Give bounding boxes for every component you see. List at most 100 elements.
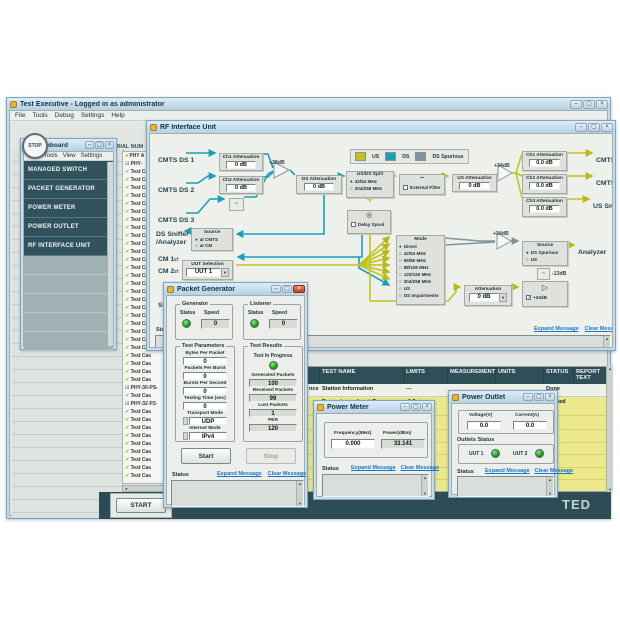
dropdown-arrow-icon[interactable]: ▼ bbox=[499, 293, 507, 302]
power-meter-titlebar[interactable]: Power Meter – ▢ × bbox=[314, 401, 434, 413]
test-executive-titlebar[interactable]: Test Executive - Logged in as administra… bbox=[7, 98, 610, 110]
close-button[interactable]: × bbox=[601, 123, 613, 132]
split-option-204-258[interactable]: ○ 204/258 MHz bbox=[347, 185, 393, 192]
minimize-button[interactable]: – bbox=[85, 141, 94, 149]
tree-item[interactable]: ⊟ PHY-30-PS- bbox=[123, 384, 167, 392]
dropdown-arrow-icon[interactable]: ▼ bbox=[221, 268, 229, 277]
mode-option[interactable]: ● Direct bbox=[397, 243, 444, 250]
source-option-ds-spurious[interactable]: ● DS Spurious bbox=[523, 249, 567, 256]
analyzer-amp-checkbox[interactable]: ✓ +34dB bbox=[523, 293, 567, 302]
maximize-button[interactable]: ▢ bbox=[588, 123, 600, 132]
close-button[interactable]: × bbox=[422, 403, 432, 411]
message-link[interactable]: Clear Message bbox=[535, 468, 574, 474]
tree-item[interactable]: ✔ Test Cas bbox=[123, 448, 167, 456]
tree-item[interactable]: ✔ Test Cas bbox=[123, 416, 167, 424]
maximize-button[interactable]: ▢ bbox=[583, 100, 595, 109]
analyzer-attenuation-dropdown[interactable]: 0 dB ▼ bbox=[469, 293, 507, 302]
message-link[interactable]: Clear Message bbox=[268, 471, 307, 477]
tree-item[interactable]: ✔ Test Cas bbox=[123, 456, 167, 464]
dashboard-item[interactable]: PACKET GENERATOR bbox=[24, 180, 113, 199]
mode-option[interactable]: ○ US bbox=[397, 285, 444, 292]
menu-item[interactable]: View bbox=[63, 153, 76, 159]
field-input[interactable]: 0 bbox=[183, 387, 227, 395]
close-button[interactable]: × bbox=[596, 100, 608, 109]
pm-status-textarea[interactable]: ▲▼ bbox=[322, 474, 429, 497]
tree-hscrollbar[interactable]: ◄ bbox=[122, 485, 168, 492]
dashboard-item[interactable]: RF INTERFACE UNIT bbox=[24, 237, 113, 256]
message-link[interactable]: Expand Message bbox=[351, 465, 396, 471]
mode-option[interactable]: ○ 88/108 MHz bbox=[397, 264, 444, 271]
tree-item[interactable]: ✔ Test Cas bbox=[123, 368, 167, 376]
textarea-scrollbar[interactable]: ▲▼ bbox=[421, 475, 428, 496]
mode-option[interactable]: ○ 65/85 MHz bbox=[397, 257, 444, 264]
tree-item[interactable]: ⊟ PHY-32-P2- bbox=[123, 400, 167, 408]
tree-item[interactable]: ✔ Test Cas bbox=[123, 424, 167, 432]
spinner-icon[interactable] bbox=[183, 417, 188, 425]
delay-spool-checkbox[interactable]: Delay Spool bbox=[348, 220, 390, 229]
message-link[interactable]: Clear Message bbox=[585, 326, 613, 332]
ch1-ds-attenuation-value[interactable]: 0 dB bbox=[226, 161, 255, 169]
source-option-at-cm[interactable]: ○ at CM bbox=[192, 242, 232, 248]
voltage-value[interactable]: 0.0 bbox=[467, 421, 501, 430]
tree-item[interactable]: ✔ Test Cas bbox=[123, 408, 167, 416]
minimize-button[interactable]: – bbox=[575, 123, 587, 132]
minimize-button[interactable]: – bbox=[523, 393, 533, 401]
tree-item[interactable]: ✔ Test Cas bbox=[123, 376, 167, 384]
dashboard-item[interactable]: MANAGED SWITCH bbox=[24, 161, 113, 180]
message-link[interactable]: Expand Message bbox=[485, 468, 530, 474]
maximize-button[interactable]: ▢ bbox=[534, 393, 544, 401]
start-button[interactable]: START bbox=[116, 498, 166, 513]
tree-item[interactable]: ✔ Test Cas bbox=[123, 472, 167, 480]
menu-item[interactable]: Debug bbox=[55, 112, 74, 119]
spinner-icon[interactable] bbox=[183, 432, 188, 440]
menu-item[interactable]: Tools bbox=[32, 112, 47, 119]
mode-option[interactable]: ○ DS Impairments bbox=[397, 292, 444, 299]
ch3-us-attenuation-value[interactable]: 0.0 dB bbox=[529, 205, 559, 213]
maximize-button[interactable]: ▢ bbox=[282, 285, 292, 293]
tree-item[interactable]: ✔ Test Cas bbox=[123, 392, 167, 400]
pg-status-textarea[interactable]: ▲▼ bbox=[171, 480, 304, 507]
textarea-scrollbar[interactable]: ▲▼ bbox=[296, 481, 303, 506]
minimize-button[interactable]: – bbox=[271, 285, 281, 293]
textarea-scrollbar[interactable]: ▲▼ bbox=[546, 477, 553, 496]
menu-item[interactable]: Settings bbox=[81, 153, 103, 159]
maximize-button[interactable]: ▢ bbox=[411, 403, 421, 411]
ch2-ds-attenuation-value[interactable]: 0 dB bbox=[226, 184, 255, 192]
table-vscrollbar[interactable]: ▲▼ bbox=[606, 366, 613, 492]
minimize-button[interactable]: – bbox=[400, 403, 410, 411]
ch1-us-attenuation-value[interactable]: 0.0 dB bbox=[529, 159, 559, 167]
us-attenuation-value[interactable]: 0 dB bbox=[459, 182, 489, 190]
power-outlet-titlebar[interactable]: Power Outlet – ▢ × bbox=[449, 391, 557, 403]
frequency-value[interactable]: 0.000 bbox=[331, 439, 375, 449]
external-filter-checkbox[interactable]: External Filter bbox=[400, 183, 444, 192]
combo-control[interactable]: IPv4 bbox=[176, 432, 234, 440]
dashboard-item[interactable]: POWER METER bbox=[24, 199, 113, 218]
close-button[interactable]: × bbox=[293, 285, 305, 293]
dashboard-item[interactable]: POWER OUTLET bbox=[24, 218, 113, 237]
current-value[interactable]: 0.0 bbox=[513, 421, 547, 430]
menu-item[interactable]: Tools bbox=[44, 153, 58, 159]
maximize-button[interactable]: ▢ bbox=[95, 141, 104, 149]
message-link[interactable]: Expand Message bbox=[534, 326, 579, 332]
close-button[interactable]: × bbox=[105, 141, 114, 149]
tree-item[interactable]: ✔ Test Cas bbox=[123, 352, 167, 360]
field-input[interactable]: 0 bbox=[183, 402, 227, 410]
tree-item[interactable]: ✔ Test Cas bbox=[123, 360, 167, 368]
split-option-42-54[interactable]: ● 42/54 MHz bbox=[347, 178, 393, 185]
menu-item[interactable]: Help bbox=[111, 112, 124, 119]
pg-stop-button[interactable]: Stop bbox=[246, 448, 296, 464]
textarea-scrollbar[interactable]: ▲▼ bbox=[603, 336, 610, 348]
ch2-us-attenuation-value[interactable]: 0.0 dB bbox=[529, 182, 559, 190]
rf-titlebar[interactable]: RF Interface Unit – ▢ × bbox=[147, 121, 615, 133]
dashboard-scrollbar[interactable] bbox=[107, 162, 113, 346]
message-link[interactable]: Clear Message bbox=[401, 465, 440, 471]
source-option-us[interactable]: ○ US bbox=[523, 256, 567, 263]
field-input[interactable]: 0 bbox=[183, 372, 227, 380]
po-status-textarea[interactable]: ▲▼ bbox=[457, 476, 554, 497]
menu-item[interactable]: File bbox=[15, 112, 25, 119]
uut-selection-dropdown[interactable]: UUT 1 ▼ bbox=[186, 268, 229, 277]
pg-start-button[interactable]: Start bbox=[181, 448, 231, 464]
packet-generator-titlebar[interactable]: Packet Generator – ▢ × bbox=[164, 283, 307, 295]
mode-option[interactable]: ○ 204/258 MHz bbox=[397, 278, 444, 285]
mode-option[interactable]: ○ 42/54 MHz bbox=[397, 250, 444, 257]
